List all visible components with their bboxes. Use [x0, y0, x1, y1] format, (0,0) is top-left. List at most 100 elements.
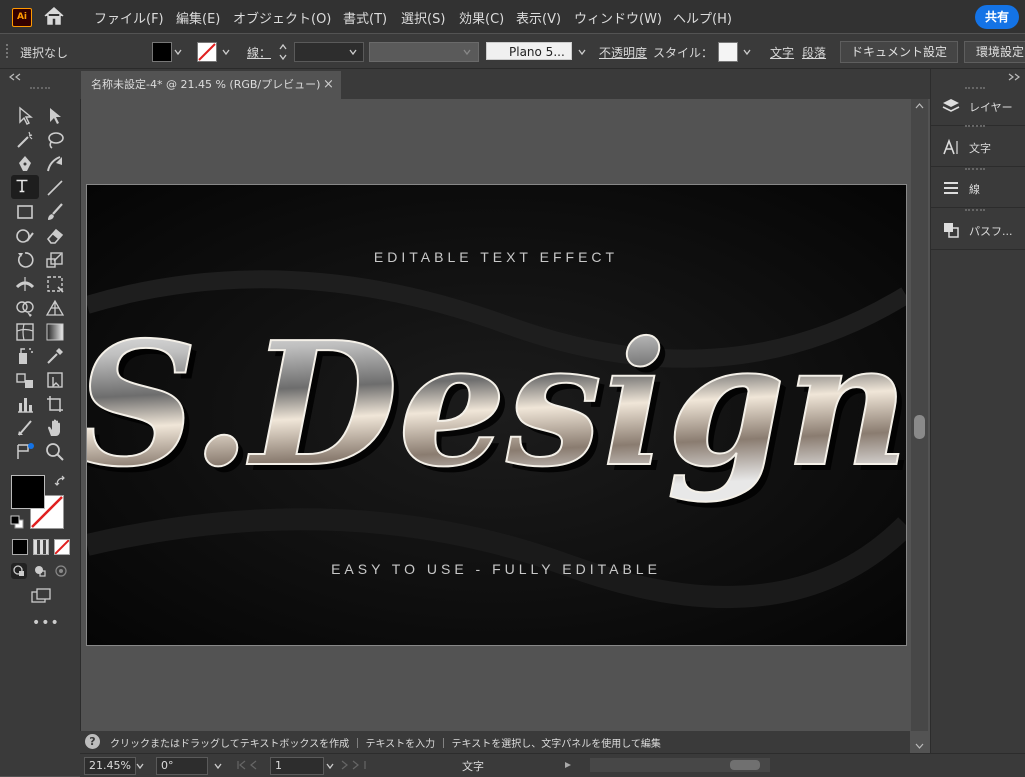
- draw-normal-button[interactable]: [11, 563, 27, 579]
- eraser-tool[interactable]: [44, 225, 66, 247]
- fill-color-front[interactable]: [11, 475, 45, 509]
- rotation-field[interactable]: 0°: [156, 757, 208, 775]
- chevron-down-icon[interactable]: [743, 48, 751, 56]
- direct-selection-tool[interactable]: [44, 105, 66, 127]
- stroke-label[interactable]: 線：: [247, 44, 271, 61]
- paragraph-panel-link[interactable]: 段落: [802, 44, 826, 61]
- perspective-grid-tool[interactable]: [44, 297, 66, 319]
- swap-colors-icon[interactable]: [54, 475, 68, 489]
- document-tab[interactable]: 名称未設定-4* @ 21.45 % (RGB/プレビュー) ×: [81, 71, 341, 99]
- pathfinder-panel-button[interactable]: パスフ...: [931, 211, 1025, 250]
- shape-builder-tool[interactable]: [14, 297, 36, 319]
- document-setup-button[interactable]: ドキュメント設定: [840, 41, 958, 63]
- home-icon[interactable]: [42, 6, 66, 26]
- symbol-sprayer-tool[interactable]: [14, 345, 36, 367]
- chevron-down-icon[interactable]: [214, 762, 222, 770]
- zoom-field[interactable]: 21.45%: [84, 757, 136, 775]
- chevron-down-icon[interactable]: [174, 48, 182, 56]
- opacity-label[interactable]: 不透明度: [599, 44, 647, 61]
- live-paint-bucket-tool[interactable]: [14, 369, 36, 391]
- shaper-tool[interactable]: [14, 225, 36, 247]
- magic-wand-tool[interactable]: [14, 129, 36, 151]
- next-last-artboard-icon[interactable]: [338, 760, 372, 770]
- horizontal-scrollbar[interactable]: [590, 758, 770, 772]
- menu-select[interactable]: 選択(S): [401, 8, 445, 27]
- character-panel-link[interactable]: 文字: [770, 44, 794, 61]
- artboard-tool[interactable]: [44, 393, 66, 415]
- lasso-tool[interactable]: [44, 129, 66, 151]
- hint-bar: ? クリックまたはドラッグしてテキストボックスを作成 ｜ テキストを入力 ｜ テ…: [80, 731, 910, 753]
- menu-window[interactable]: ウィンドウ(W): [574, 8, 662, 27]
- screen-mode-button[interactable]: [30, 587, 52, 605]
- layers-panel-button[interactable]: レイヤー: [931, 87, 1025, 126]
- stroke-swatch[interactable]: [197, 42, 217, 62]
- menu-file[interactable]: ファイル(F): [94, 8, 164, 27]
- horizontal-scroll-thumb[interactable]: [730, 760, 760, 770]
- type-tool[interactable]: [11, 175, 39, 199]
- help-icon[interactable]: ?: [85, 734, 100, 749]
- rectangle-tool[interactable]: [14, 201, 36, 223]
- preferences-button[interactable]: 環境設定: [964, 41, 1025, 63]
- stepper-icon[interactable]: [278, 43, 288, 61]
- column-graph-tool[interactable]: [14, 393, 36, 415]
- share-button[interactable]: 共有: [975, 5, 1019, 29]
- puppet-warp-tool[interactable]: [14, 441, 36, 463]
- default-colors-icon[interactable]: [10, 515, 24, 529]
- chevron-down-icon[interactable]: [222, 48, 230, 56]
- width-tool[interactable]: [14, 273, 36, 295]
- chevron-down-icon[interactable]: [578, 48, 586, 56]
- scroll-thumb[interactable]: [914, 415, 925, 439]
- tools-panel: •••: [0, 69, 81, 776]
- collapse-icon[interactable]: [8, 73, 22, 81]
- close-icon[interactable]: ×: [323, 71, 334, 99]
- zoom-tool[interactable]: [44, 441, 66, 463]
- scroll-down-icon[interactable]: [915, 743, 924, 749]
- stroke-panel-button[interactable]: 線: [931, 169, 1025, 208]
- app-logo: Ai: [12, 8, 32, 27]
- control-grip[interactable]: [6, 44, 12, 58]
- pen-tool[interactable]: [14, 153, 36, 175]
- first-prev-artboard-icon[interactable]: [236, 760, 270, 770]
- chevron-down-icon[interactable]: [326, 762, 334, 770]
- toolbar-grip[interactable]: [30, 87, 50, 92]
- vertical-scrollbar[interactable]: [911, 99, 928, 749]
- free-transform-tool[interactable]: [44, 273, 66, 295]
- scroll-up-icon[interactable]: [915, 103, 924, 109]
- stroke-icon: [944, 182, 958, 194]
- selection-tool[interactable]: [14, 105, 36, 127]
- rotate-tool[interactable]: [14, 249, 36, 271]
- artboard[interactable]: EDITABLE TEXT EFFECT S.Design S.Design E…: [86, 184, 907, 646]
- paintbrush-tool[interactable]: [44, 201, 66, 223]
- status-menu-icon[interactable]: [564, 761, 572, 769]
- mesh-tool[interactable]: [14, 321, 36, 343]
- more-tools-icon[interactable]: •••: [32, 616, 59, 630]
- menu-help[interactable]: ヘルプ(H): [673, 8, 732, 27]
- menu-type[interactable]: 書式(T): [343, 8, 387, 27]
- chevron-down-icon[interactable]: [136, 762, 144, 770]
- eyedropper-tool[interactable]: [44, 345, 66, 367]
- gradient-tool[interactable]: [44, 321, 66, 343]
- hand-tool[interactable]: [44, 417, 66, 439]
- draw-behind-button[interactable]: [32, 563, 48, 579]
- none-mode-button[interactable]: [54, 539, 70, 555]
- menu-view[interactable]: 表示(V): [516, 8, 561, 27]
- fill-swatch[interactable]: [152, 42, 172, 62]
- scale-tool[interactable]: [44, 249, 66, 271]
- draw-inside-button[interactable]: [53, 563, 69, 579]
- curvature-tool[interactable]: [44, 153, 66, 175]
- menu-edit[interactable]: 編集(E): [176, 8, 220, 27]
- gradient-mode-button[interactable]: [33, 539, 49, 555]
- color-mode-button[interactable]: [12, 539, 28, 555]
- character-panel-button[interactable]: 文字: [931, 128, 1025, 167]
- live-paint-selection-tool[interactable]: [44, 369, 66, 391]
- graphic-style-swatch[interactable]: [718, 42, 738, 62]
- font-family-field[interactable]: Plano 5...: [486, 42, 572, 60]
- menu-effect[interactable]: 効果(C): [459, 8, 504, 27]
- artboard-number-field[interactable]: 1: [270, 757, 324, 775]
- menu-object[interactable]: オブジェクト(O): [233, 8, 331, 27]
- chevron-down-icon[interactable]: [463, 48, 471, 56]
- chevron-down-icon[interactable]: [349, 48, 357, 56]
- slice-tool[interactable]: [14, 417, 36, 439]
- line-segment-tool[interactable]: [44, 177, 66, 199]
- expand-panels-icon[interactable]: [1007, 73, 1021, 81]
